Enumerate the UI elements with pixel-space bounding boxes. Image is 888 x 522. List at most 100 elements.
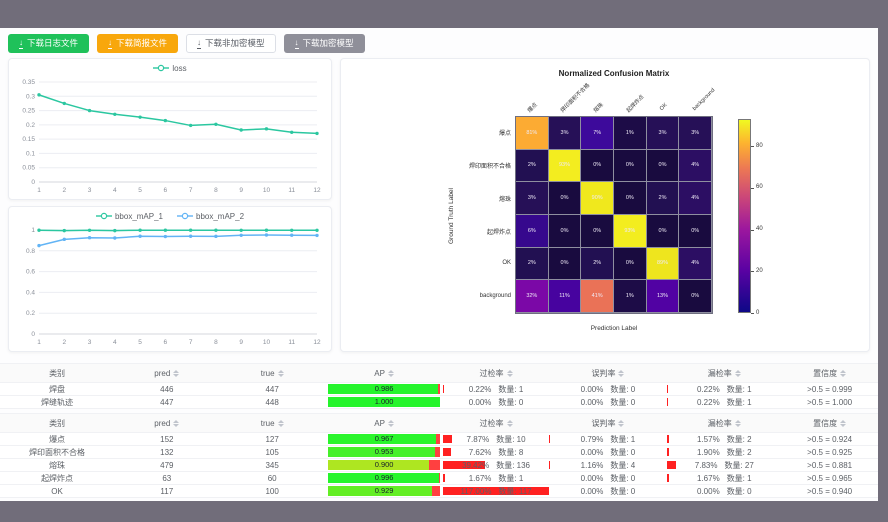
sort-caret-up-icon [507,420,513,423]
ap-value: 0.900 [328,460,439,470]
rate-count: 数量: 8 [498,447,523,458]
rate-values: 7.87%数量: 10 [467,434,526,445]
column-header-miss[interactable]: 漏检率 [667,414,781,432]
matrix-cell: 13% [647,280,680,313]
matrix-cell: 3% [647,117,680,150]
column-header-miss[interactable]: 漏检率 [667,364,781,382]
matrix-column-label: 起焊炸点 [624,93,645,114]
matrix-column-label: 焊印面积不合格 [558,81,591,114]
sort-icon[interactable] [735,420,741,427]
column-header-overdetect[interactable]: 过检率 [443,364,548,382]
matrix-cell: 2% [516,150,549,183]
true-count-cell: 448 [219,396,324,408]
sort-icon[interactable] [173,420,179,427]
download-unencrypted-model-button[interactable]: ↓下载非加密模型 [186,34,276,53]
pred-count-cell: 446 [114,383,219,395]
sort-caret-up-icon [618,370,624,373]
rate-values: 0.00%数量: 0 [581,384,636,395]
column-header-misjudge[interactable]: 误判率 [549,414,668,432]
pred-count-cell: 479 [114,459,219,471]
matrix-cell: 3% [679,117,712,150]
rate-percent: 117.00% [460,487,491,496]
matrix-cell: 0% [679,280,712,313]
download-icon: ↓ [19,39,23,49]
column-header-class: 类别 [0,364,114,382]
column-header-pred[interactable]: pred [114,414,219,432]
legend-item[interactable]: bbox_mAP_2 [177,212,244,221]
sort-icon[interactable] [173,370,179,377]
rate-bar-fill [443,435,451,443]
download-log-button[interactable]: ↓ 下载日志文件 [8,34,89,53]
metrics-tables: 类别predtrueAP过检率误判率漏检率置信度焊盘4464470.9860.2… [0,363,878,502]
download-report-button[interactable]: ↓下载简报文件 [97,34,178,53]
sort-icon[interactable] [507,420,513,427]
ap-bar: 0.967 [328,434,439,444]
legend-item[interactable]: bbox_mAP_1 [96,212,163,221]
column-header-true[interactable]: true [219,414,324,432]
rate-bar-fill [667,448,669,456]
button-label: 下载日志文件 [27,39,78,48]
sort-caret-up-icon [618,420,624,423]
line-series-marker-icon [96,212,112,220]
rate-percent: 0.22% [469,385,492,394]
svg-text:11: 11 [288,339,295,346]
ap-bar: 0.900 [328,460,439,470]
sort-icon[interactable] [388,370,394,377]
column-header-confidence[interactable]: 置信度 [781,414,878,432]
true-count-cell: 345 [219,459,324,471]
matrix-cell: 1% [614,117,647,150]
ap-cell: 1.000 [325,396,444,408]
download-encrypted-model-button[interactable]: ↓下载加密模型 [284,34,365,53]
pred-count-cell: 447 [114,396,219,408]
rate-percent: 39.42% [462,461,489,470]
sort-icon[interactable] [507,370,513,377]
sort-icon[interactable] [840,370,846,377]
column-header-ap[interactable]: AP [325,414,444,432]
column-header-true[interactable]: true [219,364,324,382]
column-header-misjudge[interactable]: 误判率 [549,364,668,382]
sort-icon[interactable] [388,420,394,427]
confidence-cell: >0.5 = 1.000 [781,396,878,408]
sort-caret-down-icon [388,424,394,427]
sort-icon[interactable] [735,370,741,377]
matrix-cell: 3% [549,117,582,150]
colorbar-tick-label: 0 [756,310,759,316]
sort-icon[interactable] [278,420,284,427]
sort-icon[interactable] [618,370,624,377]
line-series-marker-icon [153,64,169,72]
rate-percent: 1.67% [469,474,492,483]
column-header-label: 过检率 [480,418,504,429]
svg-text:0.1: 0.1 [26,150,35,157]
rate-percent: 0.22% [697,385,720,394]
matrix-cell: 32% [516,280,549,313]
column-header-confidence[interactable]: 置信度 [781,364,878,382]
sort-icon[interactable] [840,420,846,427]
rate-bar-fill [667,474,669,482]
sort-caret-down-icon [840,374,846,377]
sort-icon[interactable] [278,370,284,377]
svg-text:5: 5 [138,339,142,346]
column-header-pred[interactable]: pred [114,364,219,382]
svg-text:2: 2 [62,339,66,346]
sort-caret-down-icon [173,424,179,427]
rate-values: 7.62%数量: 8 [469,447,524,458]
download-icon: ↓ [295,39,299,49]
sort-icon[interactable] [618,420,624,427]
legend-item[interactable]: loss [153,64,186,73]
rate-values: 1.90%数量: 2 [697,447,752,458]
column-header-label: 置信度 [813,418,837,429]
rate-count: 数量: 0 [610,486,635,497]
column-header-label: 置信度 [813,368,837,379]
column-header-ap[interactable]: AP [325,364,444,382]
sort-caret-down-icon [618,374,624,377]
overdetect-rate-cell: 0.00%数量: 0 [443,396,548,408]
column-header-class: 类别 [0,414,114,432]
sort-caret-up-icon [388,420,394,423]
rate-percent: 0.00% [581,385,604,394]
ap-value: 0.967 [328,434,439,444]
matrix-y-axis-label: Ground Truth Label [448,116,458,316]
column-header-overdetect[interactable]: 过检率 [443,414,548,432]
true-count-cell: 447 [219,383,324,395]
sort-caret-up-icon [507,370,513,373]
colorbar-tick-mark [751,230,754,231]
